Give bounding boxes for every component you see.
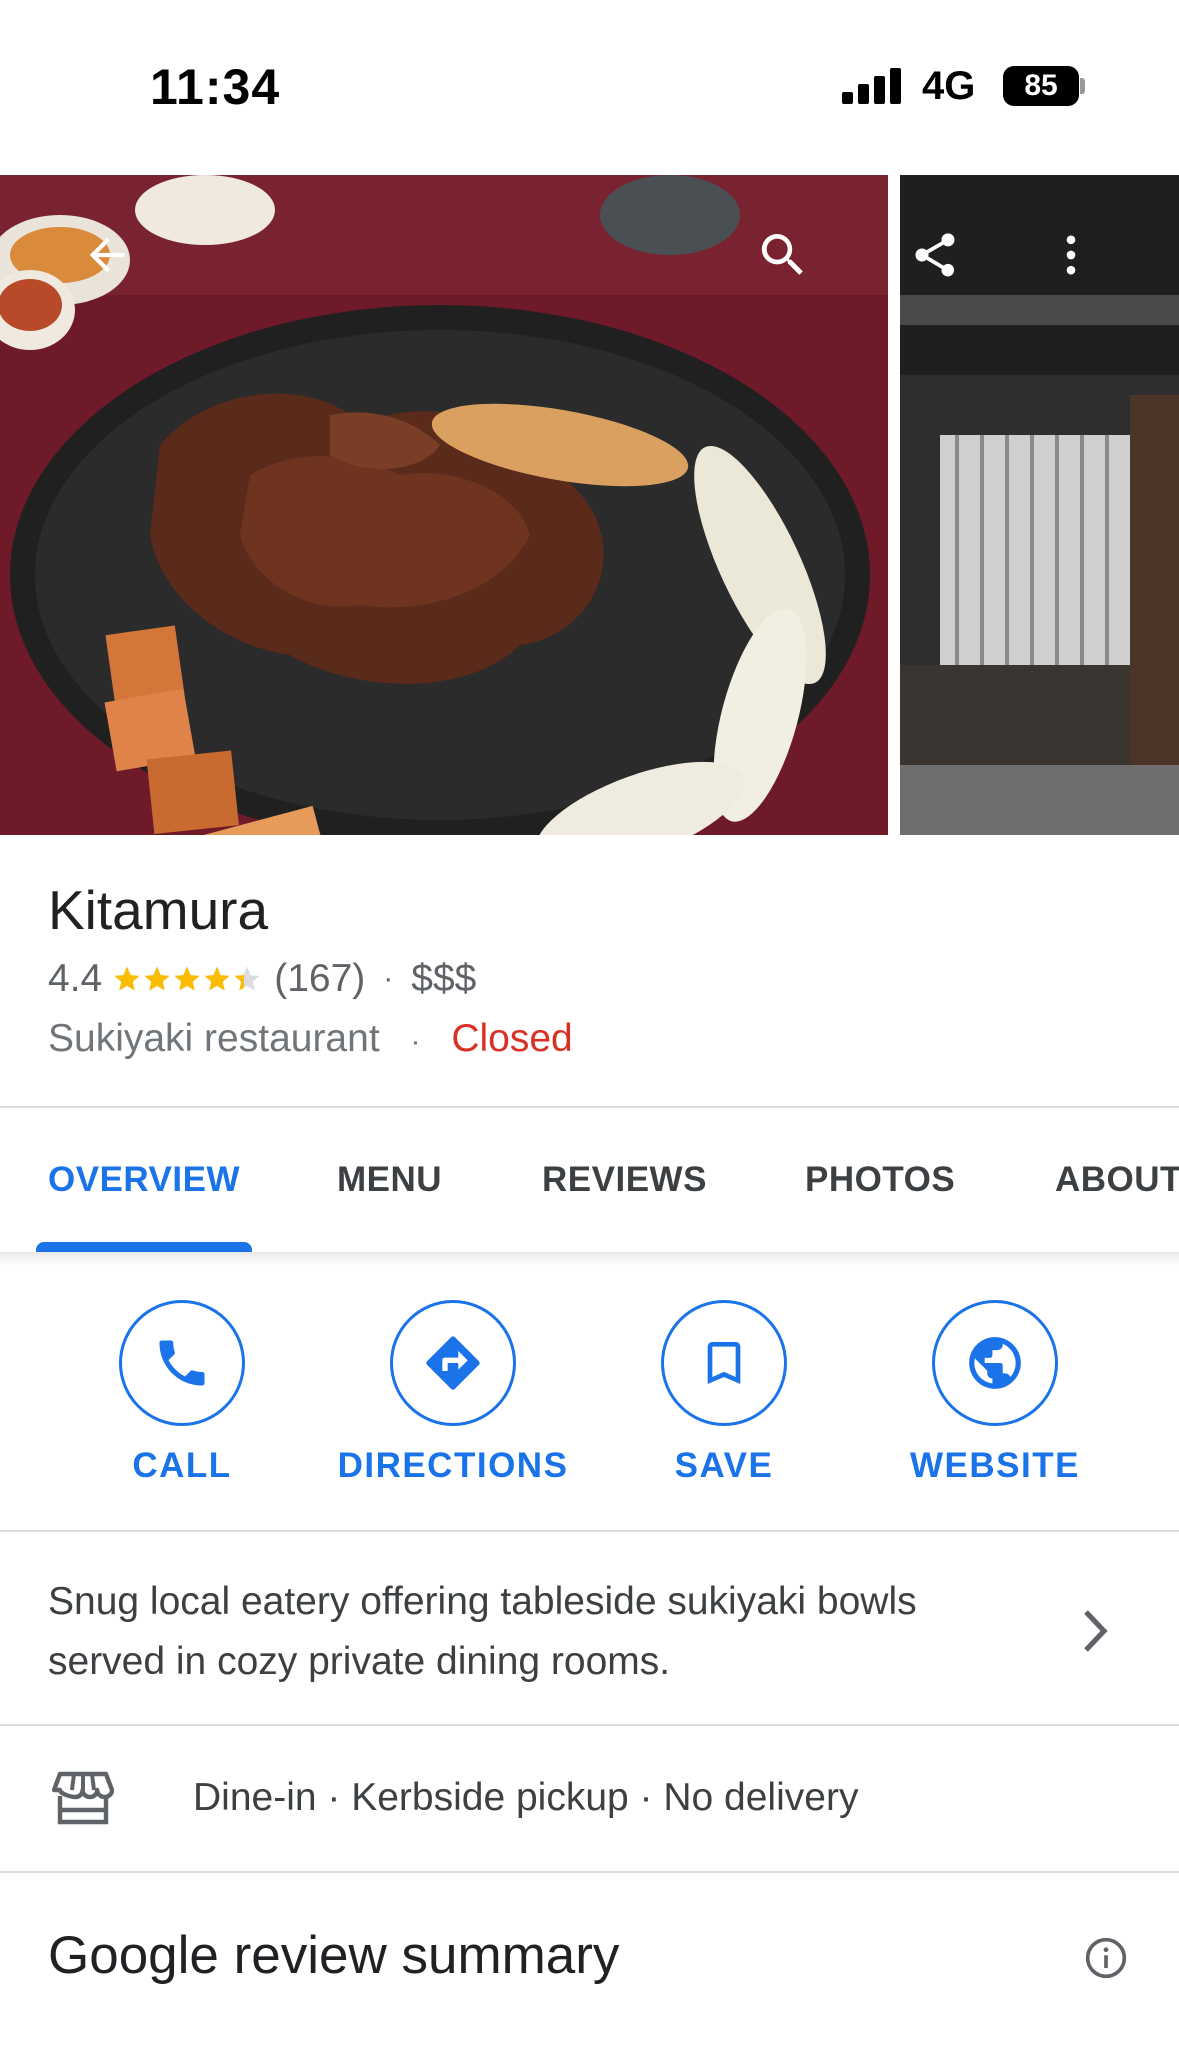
more-vert-icon xyxy=(1066,235,1076,275)
service-options: Dine-in · Kerbside pickup · No delivery xyxy=(193,1776,859,1819)
place-description[interactable]: Snug local eatery offering tableside suk… xyxy=(48,1572,1008,1692)
tabs-shadow xyxy=(0,1252,1179,1266)
place-title: Kitamura xyxy=(48,879,269,941)
battery-icon: 85 xyxy=(1003,66,1079,106)
tab-active-indicator xyxy=(36,1242,252,1252)
website-label: WEBSITE xyxy=(910,1446,1080,1485)
open-status: Closed xyxy=(451,1017,573,1060)
star-rating xyxy=(112,964,262,994)
category-line: Sukiyaki restaurant · Closed xyxy=(48,1017,573,1061)
battery-tip xyxy=(1080,78,1085,94)
phone-icon xyxy=(159,1340,205,1386)
tab-bar: OVERVIEW MENU REVIEWS PHOTOS ABOUT xyxy=(0,1110,1179,1252)
call-button[interactable]: CALL xyxy=(47,1300,317,1486)
tab-reviews[interactable]: REVIEWS xyxy=(542,1160,707,1200)
tab-menu[interactable]: MENU xyxy=(337,1160,442,1200)
call-label: CALL xyxy=(132,1446,232,1485)
tab-about[interactable]: ABOUT xyxy=(1055,1160,1179,1200)
star-icon xyxy=(234,966,260,991)
star-icon xyxy=(204,966,230,991)
share-icon xyxy=(915,233,955,277)
save-button[interactable]: SAVE xyxy=(589,1300,859,1486)
directions-button[interactable]: DIRECTIONS xyxy=(318,1300,588,1486)
price-level: $$$ xyxy=(411,957,477,1000)
signal-icon xyxy=(842,68,902,104)
tab-photos[interactable]: PHOTOS xyxy=(805,1160,955,1200)
more-options-button[interactable] xyxy=(1036,220,1106,290)
network-type: 4G xyxy=(922,64,976,108)
divider xyxy=(0,1530,1179,1532)
directions-label: DIRECTIONS xyxy=(337,1446,569,1485)
back-arrow-icon xyxy=(89,237,125,273)
status-time: 11:34 xyxy=(150,59,281,115)
search-button[interactable] xyxy=(748,220,818,290)
rating-value: 4.4 xyxy=(48,957,103,1000)
directions-icon xyxy=(426,1336,480,1390)
tab-overview[interactable]: OVERVIEW xyxy=(48,1160,240,1200)
photo-carousel[interactable] xyxy=(0,175,1179,835)
separator-dot: · xyxy=(383,962,394,995)
globe-icon xyxy=(969,1337,1021,1389)
chevron-right-icon[interactable] xyxy=(1080,1608,1110,1659)
review-summary-title: Google review summary xyxy=(48,1926,620,1985)
separator-dot: · xyxy=(410,1025,421,1058)
action-buttons: CALL DIRECTIONS SAVE WEBSITE xyxy=(0,1300,1179,1485)
storefront-icon xyxy=(51,1770,115,1831)
status-bar: 11:34 4G 85 xyxy=(0,0,1179,175)
divider xyxy=(0,1724,1179,1726)
review-count[interactable]: (167) xyxy=(274,957,365,1001)
back-button[interactable] xyxy=(72,220,142,290)
website-button-circle[interactable] xyxy=(932,1300,1058,1426)
directions-button-circle[interactable] xyxy=(390,1300,516,1426)
star-icon xyxy=(174,966,200,991)
search-icon xyxy=(761,234,803,275)
call-button-circle[interactable] xyxy=(119,1300,245,1426)
website-button[interactable]: WEBSITE xyxy=(860,1300,1130,1486)
photo-sukiyaki[interactable] xyxy=(0,175,888,835)
save-label: SAVE xyxy=(674,1446,774,1485)
star-icon xyxy=(144,966,170,991)
divider xyxy=(0,1871,1179,1873)
bookmark-icon xyxy=(707,1342,741,1384)
info-icon[interactable] xyxy=(1084,1936,1128,1985)
photo-storefront[interactable] xyxy=(900,175,1179,835)
star-icon xyxy=(114,966,140,991)
rating-line[interactable]: 4.4 (167) · $$$ xyxy=(48,957,476,1001)
divider xyxy=(0,1106,1179,1108)
place-category: Sukiyaki restaurant xyxy=(48,1017,380,1060)
share-button[interactable] xyxy=(900,220,970,290)
save-button-circle[interactable] xyxy=(661,1300,787,1426)
